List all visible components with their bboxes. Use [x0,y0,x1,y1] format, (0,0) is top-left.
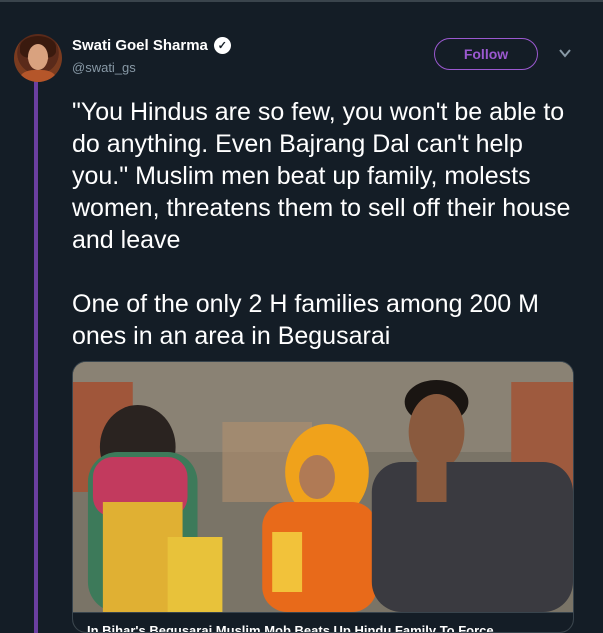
chevron-down-icon[interactable] [558,46,572,60]
tweet-text: "You Hindus are so few, you won't be abl… [72,98,571,350]
author-handle[interactable]: @swati_gs [72,60,136,75]
avatar[interactable] [14,34,62,82]
author-name[interactable]: Swati Goel Sharma [72,37,208,54]
follow-button[interactable]: Follow [434,38,538,70]
link-card[interactable]: In Bihar's Begusarai Muslim Mob Beats Up… [72,361,574,633]
thread-line [34,80,38,633]
link-card-image [73,362,573,612]
author-row: Swati Goel Sharma ✓ [72,37,231,54]
link-card-title[interactable]: In Bihar's Begusarai Muslim Mob Beats Up… [73,612,573,632]
verified-badge-icon: ✓ [213,37,231,54]
top-divider [0,0,603,2]
